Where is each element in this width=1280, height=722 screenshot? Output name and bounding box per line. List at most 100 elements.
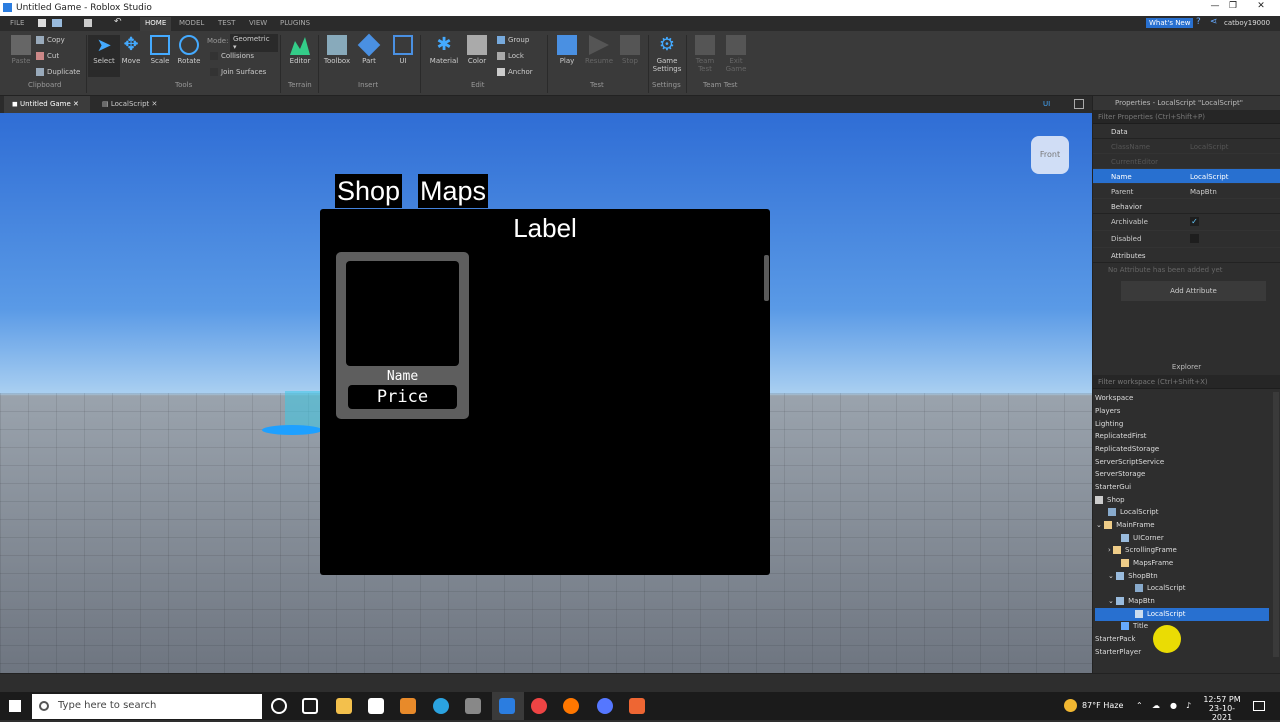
tree-item-workspace[interactable]: Workspace — [1095, 392, 1133, 405]
chevron-down-icon[interactable]: ⌄ — [1108, 572, 1116, 580]
app-icon[interactable] — [465, 698, 481, 714]
user-name[interactable]: catboy19000 — [1224, 19, 1270, 27]
tab-test[interactable]: TEST — [218, 19, 235, 27]
undo-icon[interactable]: ↶ — [114, 17, 122, 27]
rotate-button[interactable]: Rotate — [172, 35, 206, 65]
tab-plugins[interactable]: PLUGINS — [280, 19, 310, 27]
cortana-icon[interactable] — [271, 698, 287, 714]
save-icon[interactable] — [84, 19, 92, 27]
fullscreen-icon[interactable] — [1074, 99, 1084, 109]
shop-tab-button[interactable]: Shop — [335, 174, 403, 208]
stop-button[interactable]: Stop — [613, 35, 647, 65]
section-data[interactable]: Data — [1093, 124, 1280, 139]
property-row[interactable]: Archivable ✓ — [1093, 214, 1280, 231]
lock-button[interactable]: Lock — [497, 52, 524, 60]
weather-text[interactable]: 87°F Haze — [1082, 701, 1123, 710]
resume-button[interactable]: Resume — [582, 35, 616, 65]
tree-item-localscript[interactable]: LocalScript — [1108, 506, 1158, 519]
tree-item-players[interactable]: Players — [1095, 405, 1120, 418]
shop-item-card[interactable]: Name Price — [336, 252, 469, 419]
edge-icon[interactable] — [433, 698, 449, 714]
chevron-down-icon[interactable]: ⌄ — [1096, 521, 1104, 529]
windows-start-icon[interactable] — [9, 700, 21, 712]
add-attribute-button[interactable]: Add Attribute — [1121, 281, 1266, 301]
firefox-icon[interactable] — [563, 698, 579, 714]
tree-item-serverstorage[interactable]: ServerStorage — [1095, 468, 1145, 481]
toolbox-button[interactable]: Toolbox — [320, 35, 354, 65]
roblox-studio-icon[interactable] — [499, 698, 515, 714]
property-row[interactable]: ClassName LocalScript — [1093, 139, 1280, 154]
exit-game-button[interactable]: Exit Game — [719, 35, 753, 73]
notification-icon[interactable] — [1253, 701, 1265, 711]
explorer-scrollbar[interactable] — [1273, 392, 1279, 657]
tab-untitled-game[interactable]: ◼ Untitled Game ✕ — [4, 96, 90, 113]
taskbar-search-input[interactable]: Type here to search — [32, 694, 262, 719]
play-button[interactable]: Play — [550, 35, 584, 65]
part-button[interactable]: Part — [352, 33, 386, 65]
tab-view[interactable]: VIEW — [249, 19, 267, 27]
anchor-button[interactable]: Anchor — [497, 68, 533, 76]
tab-file[interactable]: FILE — [10, 19, 24, 27]
duplicate-button[interactable]: Duplicate — [36, 68, 80, 76]
explorer-filter-input[interactable]: Filter workspace (Ctrl+Shift+X) — [1093, 375, 1280, 389]
view-cube[interactable]: Front — [1031, 136, 1069, 174]
ui-visibility-toggle[interactable]: UI — [1043, 100, 1050, 108]
clock[interactable]: 12:57 PM 23-10-2021 — [1202, 695, 1242, 722]
ui-insert-button[interactable]: UI — [386, 35, 420, 65]
3d-viewport[interactable]: Front Shop Maps Label Name Price — [0, 113, 1092, 673]
microphone-icon[interactable]: ● — [1170, 701, 1177, 710]
team-test-button[interactable]: Team Test — [688, 35, 722, 73]
network-icon[interactable]: ☁ — [1152, 701, 1160, 710]
game-settings-button[interactable]: ⚙ Game Settings — [650, 35, 684, 74]
tree-item-mapbtn[interactable]: ⌄ MapBtn — [1108, 595, 1155, 608]
copy-button[interactable]: Copy — [36, 36, 65, 44]
whats-new-button[interactable]: What's New — [1146, 18, 1194, 28]
paste-button[interactable]: Paste — [4, 35, 38, 65]
tree-item-scrollingframe[interactable]: › ScrollingFrame — [1108, 544, 1177, 557]
open-icon[interactable] — [52, 19, 62, 27]
task-view-icon[interactable] — [302, 698, 318, 714]
close-icon[interactable]: ✕ — [73, 100, 79, 108]
command-bar[interactable] — [0, 673, 1280, 692]
material-button[interactable]: ✱ Material — [427, 35, 461, 66]
tree-item-mainframe[interactable]: ⌄ MainFrame — [1096, 519, 1155, 532]
new-file-icon[interactable] — [38, 19, 46, 27]
property-row[interactable]: CurrentEditor — [1093, 154, 1280, 169]
archivable-checkbox[interactable]: ✓ — [1190, 217, 1199, 226]
tree-item-starterpack[interactable]: StarterPack — [1095, 633, 1135, 646]
tree-item-title[interactable]: Title — [1121, 620, 1148, 633]
color-button[interactable]: Color — [460, 35, 494, 65]
tree-item-startergui[interactable]: StarterGui — [1095, 481, 1131, 494]
disabled-checkbox[interactable] — [1190, 234, 1199, 243]
mode-dropdown[interactable]: Geometric ▾ — [230, 34, 278, 52]
tree-item-starterplayer[interactable]: StarterPlayer — [1095, 646, 1141, 659]
property-row[interactable]: Parent MapBtn — [1093, 184, 1280, 199]
terrain-editor-button[interactable]: Editor — [283, 35, 317, 65]
tree-item-localscript[interactable]: LocalScript — [1135, 582, 1185, 595]
chevron-down-icon[interactable]: ⌄ — [1108, 597, 1116, 605]
collisions-toggle[interactable]: Collisions — [210, 52, 254, 60]
scrollbar[interactable] — [764, 255, 769, 301]
maps-tab-button[interactable]: Maps — [418, 174, 489, 208]
app-icon[interactable] — [597, 698, 613, 714]
volume-icon[interactable]: ♪ — [1186, 701, 1191, 710]
spawn-part[interactable] — [262, 425, 322, 435]
section-behavior[interactable]: Behavior — [1093, 199, 1280, 214]
close-icon[interactable]: ✕ — [1254, 1, 1268, 11]
close-icon[interactable]: ✕ — [152, 100, 158, 108]
property-row[interactable]: Disabled — [1093, 231, 1280, 248]
chevron-up-icon[interactable]: ⌃ — [1136, 701, 1143, 710]
app-icon[interactable] — [629, 698, 645, 714]
tree-item-mapsframe[interactable]: MapsFrame — [1121, 557, 1173, 570]
store-icon[interactable] — [368, 698, 384, 714]
tab-localscript[interactable]: ▤ LocalScript ✕ — [94, 96, 168, 113]
maximize-icon[interactable]: ❐ — [1226, 1, 1240, 11]
section-attributes[interactable]: Attributes — [1093, 248, 1280, 263]
app-icon[interactable] — [400, 698, 416, 714]
cut-button[interactable]: Cut — [36, 52, 59, 60]
chrome-icon[interactable] — [531, 698, 547, 714]
file-explorer-icon[interactable] — [336, 698, 352, 714]
help-icon[interactable]: ? — [1196, 17, 1201, 27]
tab-model[interactable]: MODEL — [179, 19, 204, 27]
tree-item-replicatedfirst[interactable]: ReplicatedFirst — [1095, 430, 1147, 443]
